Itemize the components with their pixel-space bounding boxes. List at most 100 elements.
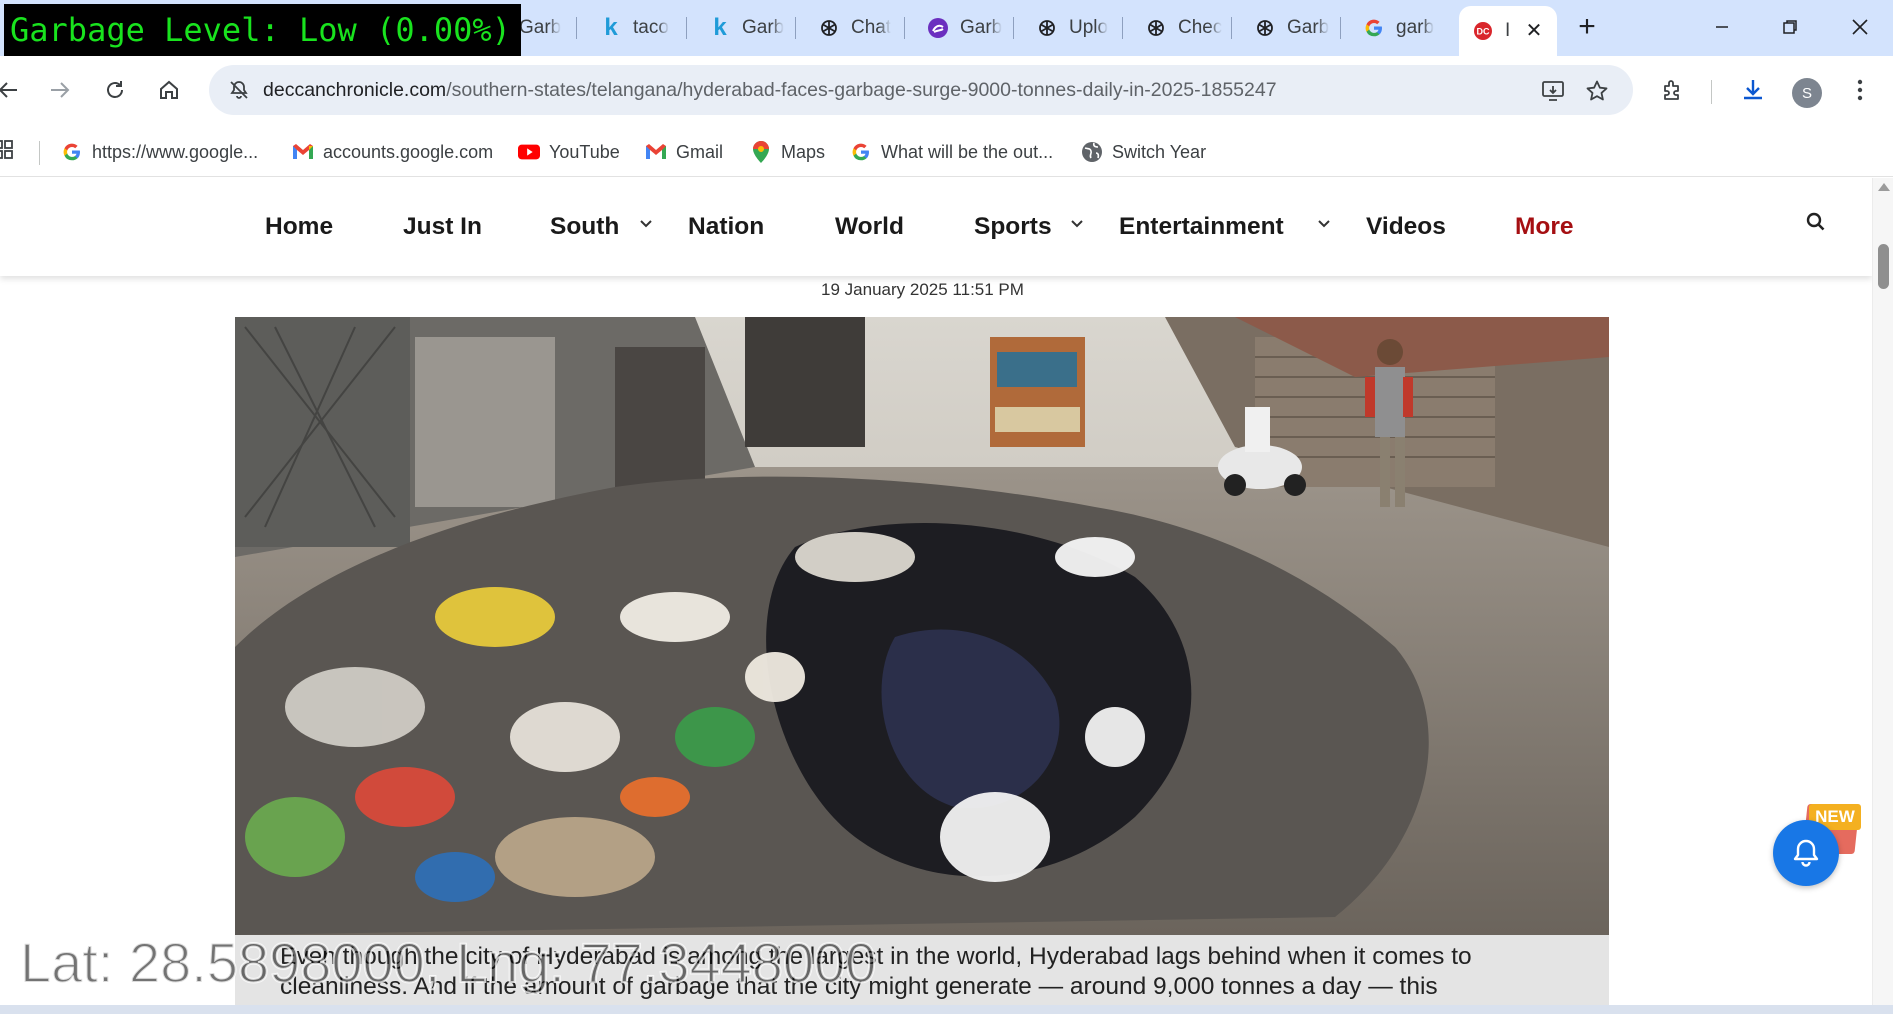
bookmark-accounts[interactable]: accounts.google.com: [292, 137, 493, 167]
purple-swirl-icon: [926, 16, 950, 40]
bookmark-label: What will be the out...: [881, 141, 1054, 162]
site-info-icon[interactable]: [227, 78, 251, 102]
nav-south[interactable]: South: [550, 211, 619, 243]
openai-icon: [1035, 16, 1059, 40]
tab-active[interactable]: DC I ✕: [1459, 6, 1557, 56]
google-icon: [61, 141, 83, 163]
bookmarks-bar: https://www.google... accounts.google.co…: [0, 127, 1893, 177]
tab-7[interactable]: Chec: [1130, 10, 1230, 46]
openai-icon: [1253, 16, 1277, 40]
nav-just-in[interactable]: Just In: [403, 211, 482, 243]
tab-separator: [1122, 17, 1123, 39]
url-text[interactable]: deccanchronicle.com/southern-states/tela…: [263, 65, 1277, 115]
search-icon[interactable]: [1806, 212, 1830, 236]
nav-entertainment[interactable]: Entertainment: [1119, 211, 1284, 243]
tab-6[interactable]: Uplo: [1021, 10, 1121, 46]
bookmark-google[interactable]: https://www.google...: [61, 137, 258, 167]
profile-avatar[interactable]: S: [1792, 78, 1822, 108]
reload-icon[interactable]: [97, 72, 133, 108]
menu-kebab-icon[interactable]: [1842, 72, 1878, 108]
google-icon: [1362, 16, 1386, 40]
extensions-icon[interactable]: [1655, 72, 1691, 108]
coordinates-overlay: Lat: 28.5898000, Lng: 77.3448000: [19, 930, 877, 995]
tab-separator: [904, 17, 905, 39]
bookmark-label: Maps: [781, 141, 826, 162]
tab-5[interactable]: Garb: [912, 10, 1012, 46]
garbage-level-overlay: Garbage Level: Low (0.00%): [4, 4, 521, 56]
nav-world[interactable]: World: [835, 211, 904, 243]
browser-toolbar: deccanchronicle.com/southern-states/tela…: [0, 56, 1893, 127]
install-app-icon[interactable]: [1539, 77, 1567, 105]
chevron-down-icon[interactable]: [1314, 214, 1334, 234]
new-tab-button[interactable]: +: [1570, 10, 1604, 44]
tab-separator: [1231, 17, 1232, 39]
scroll-up-arrow-icon[interactable]: [1878, 183, 1890, 191]
address-bar[interactable]: deccanchronicle.com/southern-states/tela…: [209, 65, 1633, 115]
bookmarks-separator: [39, 141, 40, 165]
gmail-icon: [645, 141, 667, 163]
nav-more[interactable]: More: [1515, 211, 1574, 243]
site-navigation: Home Just In South Nation World Sports E…: [0, 178, 1872, 276]
globe-icon: [1081, 141, 1103, 163]
openai-icon: [1144, 16, 1168, 40]
tab-title: Garb: [519, 17, 562, 38]
bookmark-label: Gmail: [676, 141, 724, 162]
url-path: /southern-states/telangana/hyderabad-fac…: [446, 79, 1277, 101]
chevron-down-icon[interactable]: [636, 214, 656, 234]
tab-title: Garb: [742, 17, 785, 38]
web-page: Home Just In South Nation World Sports E…: [0, 178, 1872, 1014]
nav-videos[interactable]: Videos: [1366, 211, 1446, 243]
tab-title: Uplo: [1069, 17, 1109, 38]
openai-icon: [817, 16, 841, 40]
tab-title: taco: [633, 17, 669, 38]
bottom-edge: [0, 1005, 1893, 1014]
maps-icon: [750, 141, 772, 163]
tab-8[interactable]: Garb: [1239, 10, 1339, 46]
nav-nation[interactable]: Nation: [688, 211, 764, 243]
youtube-icon: [518, 141, 540, 163]
notification-bell-button[interactable]: [1773, 820, 1839, 886]
bookmark-gmail[interactable]: Gmail: [645, 137, 723, 167]
close-window-icon[interactable]: [1840, 8, 1880, 46]
k-icon: k: [713, 14, 727, 41]
bookmark-youtube[interactable]: YouTube: [518, 137, 620, 167]
chevron-down-icon[interactable]: [1067, 214, 1087, 234]
google-icon: [850, 141, 872, 163]
close-tab-icon[interactable]: ✕: [1523, 19, 1545, 42]
tab-3[interactable]: k Garb: [694, 10, 794, 46]
tab-title: I: [1505, 20, 1511, 41]
download-icon[interactable]: [1735, 72, 1771, 108]
tab-title: Garb: [1287, 17, 1330, 38]
forward-icon[interactable]: [42, 72, 78, 108]
tab-title: Chec: [1178, 17, 1223, 38]
bookmark-what-will-be[interactable]: What will be the out...: [850, 137, 1053, 167]
tab-separator: [795, 17, 796, 39]
scroll-thumb[interactable]: [1878, 244, 1889, 289]
tab-4[interactable]: Chat: [803, 10, 903, 46]
deccan-chronicle-icon: DC: [1471, 19, 1495, 43]
article-photo: [235, 317, 1609, 935]
nav-sports[interactable]: Sports: [974, 211, 1052, 243]
bookmark-maps[interactable]: Maps: [750, 137, 825, 167]
home-icon[interactable]: [151, 72, 187, 108]
nav-home[interactable]: Home: [265, 211, 333, 243]
tab-separator: [1340, 17, 1341, 39]
back-icon[interactable]: [0, 72, 26, 108]
restore-icon[interactable]: [1770, 8, 1810, 46]
garbage-street-image: [235, 317, 1609, 935]
tab-separator: [686, 17, 687, 39]
tab-9[interactable]: garb: [1348, 10, 1448, 46]
bell-icon: [1793, 839, 1819, 867]
bookmark-star-icon[interactable]: [1583, 77, 1611, 105]
article-date: 19 January 2025 11:51 PM: [821, 280, 1024, 299]
bookmark-label: YouTube: [549, 141, 620, 162]
minimize-icon[interactable]: [1702, 8, 1742, 46]
bookmark-label: https://www.google...: [92, 141, 259, 162]
apps-grid-icon[interactable]: [0, 140, 16, 167]
tab-separator: [1013, 17, 1014, 39]
tab-title: Garb: [960, 17, 1003, 38]
bookmark-switch-year[interactable]: Switch Year: [1081, 137, 1206, 167]
tab-2[interactable]: k taco: [585, 10, 685, 46]
page-scrollbar[interactable]: [1872, 178, 1893, 1014]
tab-title: Chat: [851, 17, 892, 38]
